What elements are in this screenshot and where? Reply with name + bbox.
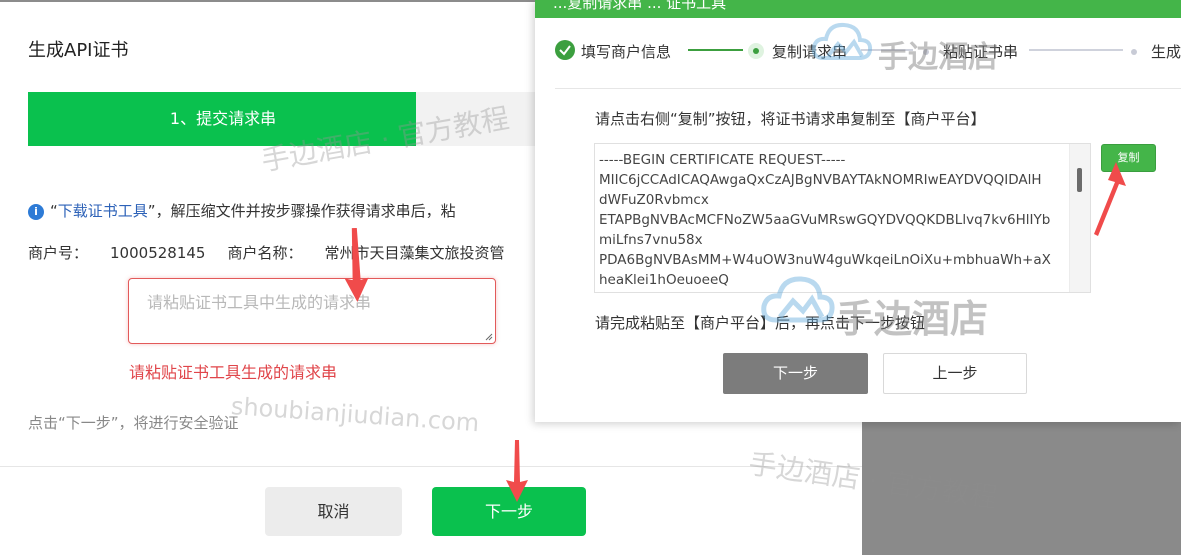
step-label: 复制请求串 [772, 43, 848, 61]
security-verify-hint: 点击“下一步”，将进行安全验证 [28, 414, 239, 432]
cert-line: MIIC6jCCAdICAQAwgaQxCzAJBgNVBAYTAkNOMRIw… [599, 172, 1042, 188]
step-banner: 1、提交请求串 [28, 92, 432, 146]
merchant-id-label: 商户号： [28, 244, 89, 262]
merchant-name-label: 商户名称： [227, 244, 303, 262]
current-step-dot-icon [748, 43, 764, 59]
step-connector [1029, 49, 1123, 51]
info-rest-text: ”，解压缩文件并按步骤操作获得请求串后，粘 [147, 202, 456, 220]
cancel-button[interactable]: 取消 [265, 487, 402, 536]
pending-step-dot-icon [923, 49, 929, 55]
step-connector [861, 49, 913, 51]
copy-instruction: 请点击右侧“复制”按钮，将证书请求串复制至【商户平台】 [595, 110, 986, 128]
dialog-header-text: ...复制请求串 ... 证书工具 [553, 0, 727, 12]
dialog-divider [555, 88, 1181, 89]
step-label: 生成证书 [1151, 43, 1181, 61]
cert-line: ETAPBgNVBAcMCFNoZW5aaGVuMRswGQYDVQQKDBLl… [599, 212, 1051, 228]
request-string-input[interactable]: 请粘贴证书工具中生成的请求串 [128, 278, 496, 344]
dialog-next-button[interactable]: 下一步 [723, 353, 868, 394]
step-banner-next [416, 92, 536, 146]
cert-line: PDA6BgNVBAsMM+W4uOW3nuW4guWkqeiLnOiXu+mb… [599, 252, 1051, 268]
merchant-info: 商户号： 1000528145 商户名称： 常州市天目藻集文旅投资管 [28, 242, 526, 263]
background-overlay [862, 422, 1181, 555]
footer-divider [0, 466, 862, 467]
step-connector-done [688, 49, 743, 51]
cert-line: dWFuZ0Rvbmcx [599, 192, 709, 208]
copy-button[interactable]: 复制 [1101, 144, 1156, 172]
cert-line: -----BEGIN CERTIFICATE REQUEST----- [599, 152, 846, 168]
request-error-message: 请粘贴证书工具生成的请求串 [129, 363, 338, 382]
copy-request-dialog: ...复制请求串 ... 证书工具 填写商户信息 复制请求串 粘贴证书串 生成证… [535, 0, 1181, 422]
dialog-header: ...复制请求串 ... 证书工具 [535, 0, 1181, 18]
request-input-placeholder: 请粘贴证书工具中生成的请求串 [147, 293, 372, 312]
step-label: 填写商户信息 [581, 43, 672, 61]
step-banner-label: 1、提交请求串 [169, 109, 277, 128]
cert-line: miLfns7vnu58x [599, 232, 703, 248]
step-indicator: 填写商户信息 复制请求串 粘贴证书串 生成证书 [555, 38, 1181, 64]
scrollbar-thumb[interactable] [1077, 168, 1082, 192]
download-tool-info: i “下载证书工具”，解压缩文件并按步骤操作获得请求串后，粘 [28, 200, 456, 221]
pending-step-dot-icon [1131, 49, 1137, 55]
dialog-title: 生成API证书 [28, 40, 129, 61]
resize-grip-icon[interactable] [485, 333, 493, 341]
merchant-name-value: 常州市天目藻集文旅投资管 [324, 244, 505, 262]
cert-request-textarea[interactable]: -----BEGIN CERTIFICATE REQUEST----- MIIC6… [594, 143, 1091, 293]
info-quote-open: “ [50, 202, 58, 220]
checkmark-icon [559, 45, 571, 56]
check-circle-icon [555, 40, 575, 60]
step-label: 粘贴证书串 [943, 43, 1019, 61]
cert-request-text: -----BEGIN CERTIFICATE REQUEST----- MIIC6… [599, 150, 1071, 290]
cert-line: heaKlei1hOeuoeeQ [599, 272, 729, 288]
merchant-id-value: 1000528145 [110, 244, 206, 262]
cert-scrollbar[interactable] [1069, 144, 1090, 292]
info-icon: i [28, 204, 44, 220]
paste-instruction: 请完成粘贴至【商户平台】后，再点击下一步按钮 [595, 314, 926, 332]
dialog-prev-button[interactable]: 上一步 [883, 353, 1027, 394]
next-step-button[interactable]: 下一步 [432, 487, 586, 536]
download-tool-link[interactable]: 下载证书工具 [58, 202, 148, 220]
